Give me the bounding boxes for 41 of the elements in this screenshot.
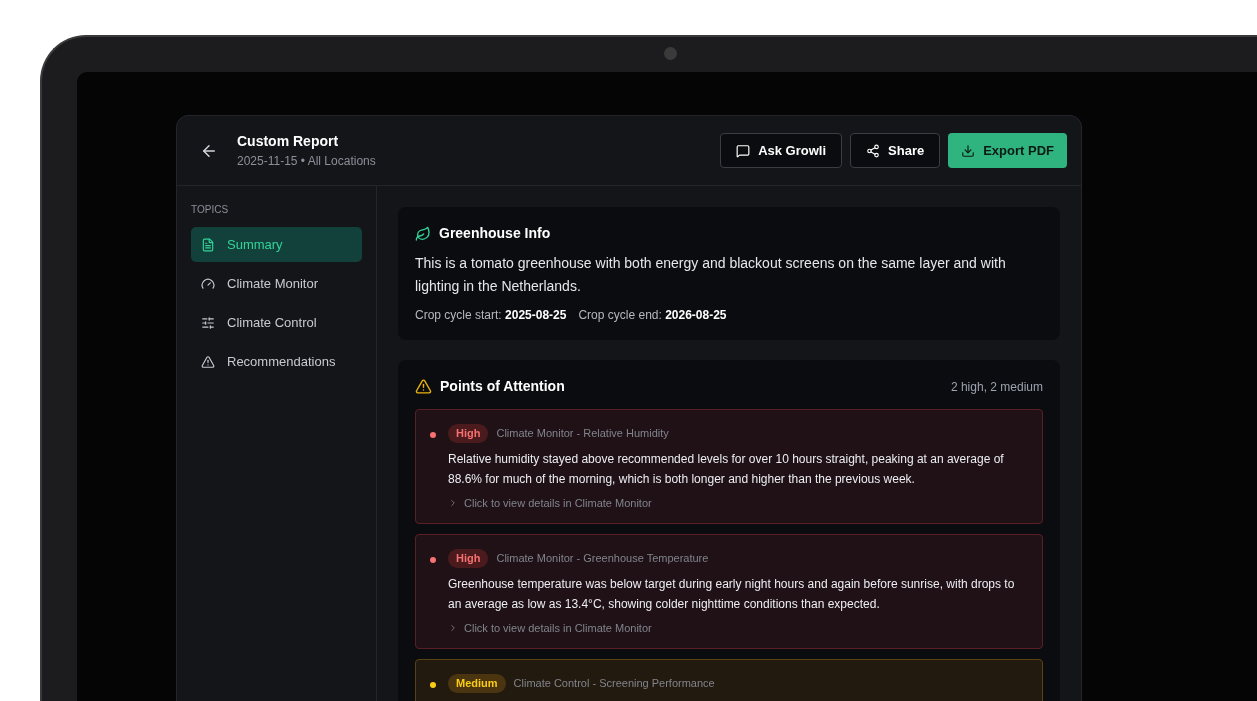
details-link[interactable]: Click to view details in Climate Monitor <box>448 619 1028 636</box>
severity-badge: Medium <box>448 674 506 693</box>
warning-icon <box>415 378 432 395</box>
severity-badge: High <box>448 424 489 443</box>
sidebar-item[interactable]: Summary <box>191 227 362 262</box>
share-icon <box>866 143 881 158</box>
warning-icon <box>201 354 215 369</box>
severity-badge: High <box>448 549 489 568</box>
sidebar-item[interactable]: Climate Monitor <box>191 266 362 301</box>
card-title: Points of Attention <box>440 377 565 396</box>
document-icon <box>201 237 215 252</box>
chevron-icon <box>448 622 458 633</box>
attention-item[interactable]: Medium Climate Control - Screening Performance <box>415 659 1043 701</box>
fact-text: Crop cycle start: 2025-08-25 <box>415 307 567 324</box>
gauge-icon <box>201 276 215 291</box>
chat-icon <box>736 143 751 158</box>
sidebar-item[interactable]: Recommendations <box>191 344 362 379</box>
attention-item[interactable] <box>415 409 1043 524</box>
fact-text: Crop cycle end: 2026-08-25 <box>578 307 727 324</box>
camera-icon <box>664 47 677 60</box>
sidebar-item[interactable]: Climate Control <box>191 305 362 340</box>
leaf-icon <box>415 225 431 242</box>
details-link[interactable]: Click to view details in Climate Monitor <box>448 494 1028 511</box>
download-icon <box>961 143 976 158</box>
toolbar-button[interactable]: Share <box>850 133 941 168</box>
count-text: 2 high, 2 medium <box>950 378 1043 396</box>
card-title: Greenhouse Info <box>439 224 551 243</box>
source-text: Climate Control - Screening Performance <box>513 676 715 691</box>
chevron-icon <box>448 497 458 508</box>
report-title: Custom Report <box>237 132 340 151</box>
item-text: Relative humidity stayed above recommended levels for over 10 hours straight, peaking at an average of 88.6% for much of the morning, which is both longer and higher than the previous week. <box>448 450 1005 488</box>
report-subtitle: 2025-11-15 • All Locations <box>237 153 376 170</box>
item-text: Greenhouse temperature was below target during early night hours and again before sunrise, with drops to an average as low as 13.4°C, showing colder nighttime conditions than expected. <box>448 575 1016 613</box>
source-text: Climate Monitor - Relative Humidity <box>496 426 669 441</box>
section-heading: TOPICS <box>191 203 230 217</box>
attention-item[interactable] <box>415 534 1043 649</box>
description-text: This is a tomato greenhouse with both energy and blackout screens on the same layer and with lighting in the Netherlands. <box>415 254 1007 296</box>
export-button[interactable]: Export PDF <box>948 133 1067 168</box>
source-text: Climate Monitor - Greenhouse Temperature <box>496 551 709 566</box>
sliders-icon <box>201 315 215 330</box>
toolbar-button[interactable]: Ask Growli <box>720 133 843 168</box>
